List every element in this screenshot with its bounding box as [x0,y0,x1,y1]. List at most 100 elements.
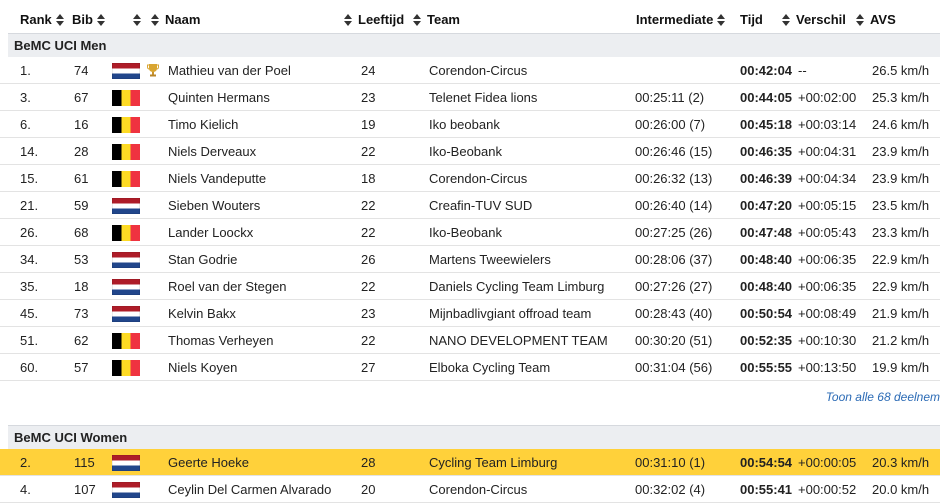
time-cell: 00:45:18 [740,117,793,132]
team-name[interactable]: Daniels Cycling Team Limburg [429,273,604,300]
rider-name[interactable]: Geerte Hoeke [168,449,249,476]
table-row[interactable]: 4. 107 Ceylin Del Carmen Alvarado 20 Corendo… [0,476,940,503]
table-row[interactable]: 21. 59 Sieben Wouters 22 Creafin-TUV SUD 00:2… [0,192,940,219]
time-cell: 00:46:35 [740,144,793,159]
col-flag-header[interactable] [129,6,141,33]
col-age-header[interactable]: Leeftijd [344,6,404,33]
table-row[interactable]: 15. 61 Niels Vandeputte 18 Corendon-Circus 00… [0,165,940,192]
age-cell: 22 [361,333,376,348]
col-avs-header[interactable]: AVS [856,6,896,33]
table-row[interactable]: 6. 16 Timo Kielich 19 Iko beobank 00:26:00 (7… [0,111,940,138]
group-header-men: BeMC UCI Men [8,33,940,57]
rider-name[interactable]: Niels Derveaux [168,138,256,165]
bib-cell: 28 [74,144,89,159]
team-name[interactable]: Cycling Team Limburg [429,449,557,476]
sort-icon [413,13,421,26]
rank-cell: 45. [20,306,39,321]
avs-cell: 22.9 km/h [872,279,930,294]
col-intermediate-header[interactable]: Intermediate [636,6,726,33]
time-cell: 00:44:05 [740,90,793,105]
team-name[interactable]: NANO DEVELOPMENT TEAM [429,327,608,354]
rider-name[interactable]: Quinten Hermans [168,84,270,111]
table-row[interactable]: 14. 28 Niels Derveaux 22 Iko-Beobank 00:26:46… [0,138,940,165]
age-cell: 20 [361,482,376,497]
rider-name[interactable]: Stan Godrie [168,246,237,273]
rank-cell: 35. [20,279,39,294]
diff-cell: +00:05:43 [798,225,857,240]
table-row[interactable]: 26. 68 Lander Loockx 22 Iko-Beobank 00:27:25 … [0,219,940,246]
team-name[interactable]: Mijnbadlivgiant offroad team [429,300,591,327]
intermediate-cell: 00:30:20 (51) [635,333,713,348]
team-name[interactable]: Iko-Beobank [429,138,502,165]
rider-name[interactable]: Timo Kielich [168,111,238,138]
table-row[interactable]: 34. 53 Stan Godrie 26 Martens Tweewielers 00:… [0,246,940,273]
diff-cell: +00:10:30 [798,333,857,348]
team-name[interactable]: Martens Tweewielers [429,246,551,273]
table-row[interactable]: 35. 18 Roel van der Stegen 22 Daniels Cyclin… [0,273,940,300]
avs-cell: 24.6 km/h [872,117,930,132]
avs-cell: 20.0 km/h [872,482,930,497]
time-cell: 00:55:41 [740,482,793,497]
rider-name[interactable]: Sieben Wouters [168,192,260,219]
avs-cell: 23.5 km/h [872,198,930,213]
sort-icon [782,13,790,26]
bib-cell: 61 [74,171,89,186]
intermediate-cell: 00:26:00 (7) [635,117,706,132]
team-name[interactable]: Telenet Fidea lions [429,84,537,111]
show-all-link[interactable]: Toon alle 68 deelnem [826,390,940,404]
time-cell: 00:54:54 [740,455,793,470]
table-row[interactable]: 51. 62 Thomas Verheyen 22 NANO DEVELOPMENT T… [0,327,940,354]
bib-cell: 74 [74,63,89,78]
diff-cell: +00:00:52 [798,482,857,497]
belgium-flag-icon [112,360,140,376]
rider-name[interactable]: Kelvin Bakx [168,300,236,327]
col-bib-header[interactable]: Bib [72,6,105,33]
sort-icon [717,13,726,26]
bib-cell: 67 [74,90,89,105]
belgium-flag-icon [112,90,140,106]
table-row[interactable]: 1. 74 Mathieu van der Poel 24 Corendon-Circu… [0,57,940,84]
col-team-header[interactable]: Team [413,6,460,33]
avs-cell: 23.9 km/h [872,171,930,186]
time-cell: 00:48:40 [740,252,793,267]
time-cell: 00:55:55 [740,360,793,375]
rider-name[interactable]: Thomas Verheyen [168,327,274,354]
rank-cell: 3. [20,90,31,105]
rider-name[interactable]: Roel van der Stegen [168,273,287,300]
team-name[interactable]: Iko-Beobank [429,219,502,246]
col-diff-header[interactable]: Verschil [782,6,846,33]
rider-name[interactable]: Ceylin Del Carmen Alvarado [168,476,331,503]
age-cell: 19 [361,117,376,132]
intermediate-cell: 00:26:32 (13) [635,171,713,186]
rank-cell: 51. [20,333,39,348]
sort-icon [133,13,141,26]
rider-name[interactable]: Niels Koyen [168,354,237,381]
table-row[interactable]: 2. 115 Geerte Hoeke 28 Cycling Team Limburg 0… [0,449,940,476]
table-row[interactable]: 3. 67 Quinten Hermans 23 Telenet Fidea lions… [0,84,940,111]
table-row[interactable]: 60. 57 Niels Koyen 27 Elboka Cycling Team 00:… [0,354,940,381]
rider-name[interactable]: Lander Loockx [168,219,253,246]
table-row[interactable]: 45. 73 Kelvin Bakx 23 Mijnbadlivgiant offroa… [0,300,940,327]
rider-name[interactable]: Niels Vandeputte [168,165,266,192]
col-rank-header[interactable]: Rank [20,6,64,33]
belgium-flag-icon [112,117,140,133]
age-cell: 23 [361,306,376,321]
bib-cell: 16 [74,117,89,132]
time-cell: 00:48:40 [740,279,793,294]
rider-name[interactable]: Mathieu van der Poel [168,57,291,84]
team-name[interactable]: Corendon-Circus [429,57,527,84]
team-name[interactable]: Iko beobank [429,111,500,138]
team-name[interactable]: Corendon-Circus [429,476,527,503]
team-name[interactable]: Corendon-Circus [429,165,527,192]
col-time-header[interactable]: Tijd [740,6,763,33]
team-name[interactable]: Elboka Cycling Team [429,354,550,381]
avs-cell: 22.9 km/h [872,252,930,267]
intermediate-cell: 00:27:25 (26) [635,225,713,240]
diff-cell: -- [798,63,807,78]
team-name[interactable]: Creafin-TUV SUD [429,192,532,219]
netherlands-flag-icon [112,252,140,268]
col-name-header[interactable]: Naam [151,6,200,33]
belgium-flag-icon [112,144,140,160]
bib-cell: 62 [74,333,89,348]
time-cell: 00:52:35 [740,333,793,348]
